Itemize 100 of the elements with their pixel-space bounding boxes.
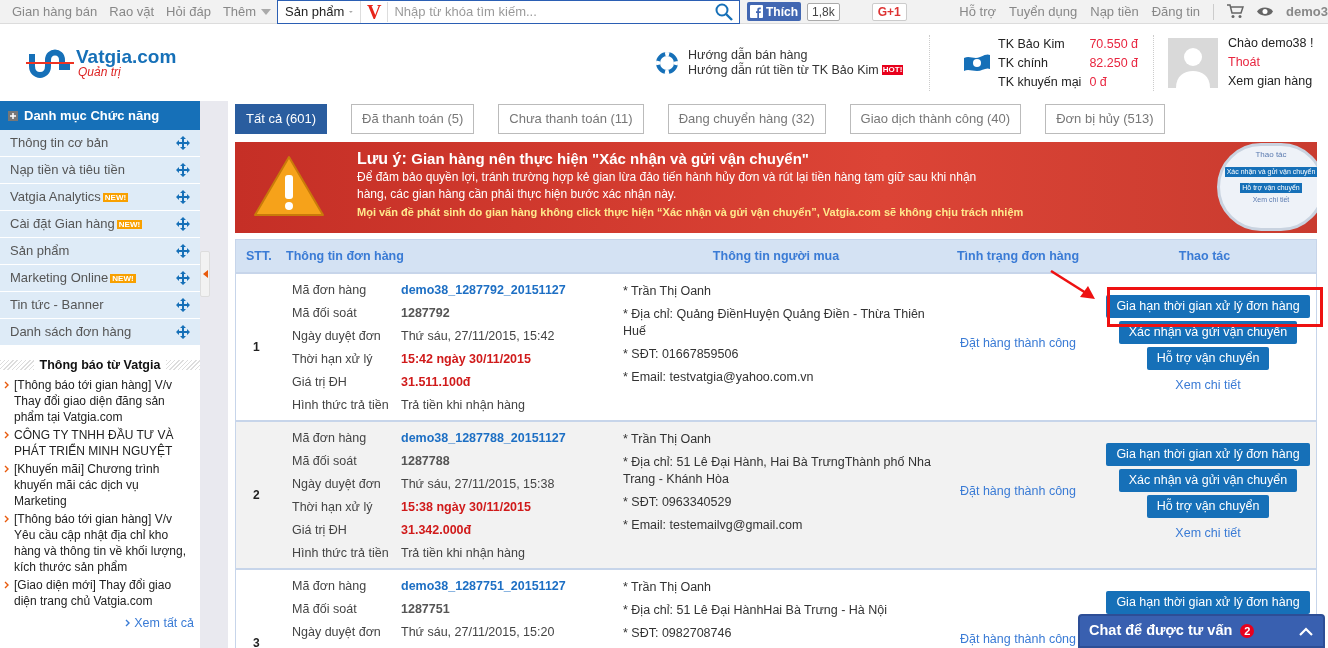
filter-tab[interactable]: Đơn bị hủy (513) (1045, 104, 1165, 134)
facebook-icon (750, 5, 763, 18)
username[interactable]: demo3 (1286, 1, 1328, 22)
top-link[interactable]: Đăng tin (1151, 1, 1201, 22)
notice-link[interactable]: [Giao diện mới] Thay đổi giao diện trang chủ Vatgia.com (14, 576, 192, 609)
column-header: Thông tin người mua (711, 247, 841, 265)
sidebar-item[interactable]: Cài đặt Gian hàng NEW! (0, 211, 200, 237)
field-value: 1287788 (401, 453, 451, 471)
row-number: 2 (252, 487, 261, 504)
chevron-icon (125, 619, 131, 628)
order-link[interactable]: demo38_1287788_20151127 (401, 429, 609, 448)
see-all-link[interactable]: Xem tất cả (134, 613, 194, 633)
caret-icon (261, 8, 272, 15)
menu-label: Nạp tiền và tiêu tiền (10, 161, 125, 180)
field-value: 1287792 (401, 305, 451, 323)
top-link[interactable]: Nạp tiền (1090, 1, 1139, 22)
nav-link[interactable]: Rao vặt (109, 1, 155, 22)
like-count: 1,8k (807, 2, 840, 21)
field-value: Thứ sáu, 27/11/2015, 15:20 (401, 624, 556, 642)
sidebar-item[interactable]: Marketing Online NEW! (0, 265, 200, 291)
column-header: Tình trạng đơn hàng (955, 247, 1081, 265)
table-row[interactable] (236, 420, 1316, 568)
notice-link[interactable]: [Thông báo tới gian hàng] V/v Yêu cầu cập nhật địa chỉ kho hàng và thông tin về khối lượng, kích thước sản phẩm (14, 510, 192, 575)
field-value: Thứ sáu, 27/11/2015, 15:42 (401, 328, 556, 346)
detail-link[interactable]: Xem chi tiết (1175, 524, 1241, 543)
filter-tab[interactable]: Đang chuyển hàng (32) (667, 104, 826, 134)
sidebar-item[interactable]: Sản phẩm (0, 238, 200, 264)
field-value: 15:38 ngày 30/11/2015 (401, 499, 532, 517)
detail-link[interactable]: Xem chi tiết (1175, 376, 1241, 395)
notice-link[interactable]: [Thông báo tới gian hàng] V/v Thay đổi giao diện đăng sản phẩm tại Vatgia.com (14, 376, 192, 425)
action-button[interactable]: Gia hạn thời gian xử lý đơn hàng (1106, 591, 1310, 614)
sidebar-item[interactable]: Tin tức - Banner (0, 292, 200, 318)
action-button[interactable]: Gia hạn thời gian xử lý đơn hàng (1106, 295, 1310, 318)
order-link[interactable]: demo38_1287792_20151127 (401, 281, 609, 300)
order-status[interactable]: Đặt hàng thành công (959, 632, 1077, 646)
order-status[interactable]: Đặt hàng thành công (959, 484, 1077, 498)
action-button[interactable]: Gia hạn thời gian xử lý đơn hàng (1106, 443, 1310, 466)
sidebar-item[interactable]: Danh sách đơn hàng (0, 319, 200, 345)
action-button[interactable]: Hỗ trợ vận chuyển (1146, 495, 1270, 518)
top-link[interactable]: Hỗ trợ (959, 1, 997, 22)
logo-subtitle: Quản trị (78, 66, 121, 78)
chevron-up-icon[interactable] (1299, 626, 1313, 636)
field-label: Mã đối soát (292, 305, 358, 323)
filter-tab[interactable]: Giao dịch thành công (40) (849, 104, 1022, 134)
guide-link[interactable]: Hướng dẫn bán hàng (688, 47, 808, 63)
guide-link[interactable]: Hướng dẫn rút tiền từ TK Bảo Kim (688, 62, 879, 78)
category-dropdown[interactable]: Sản phẩm (278, 0, 361, 23)
cart-icon[interactable] (1227, 4, 1245, 19)
eye-icon[interactable] (1257, 6, 1274, 17)
collapse-handle[interactable] (200, 251, 210, 297)
field-value: 31.511.100đ (401, 374, 472, 392)
field-label: Mã đơn hàng (292, 578, 368, 596)
google-plus-button[interactable]: G+1 (871, 2, 907, 21)
top-link[interactable]: Tuyển dụng (1009, 1, 1078, 22)
order-link[interactable]: demo38_1287751_20151127 (401, 577, 609, 596)
warning-icon (253, 155, 325, 217)
action-button[interactable]: Xác nhận và gửi vận chuyển (1118, 321, 1298, 344)
unread-count: 2 (1240, 624, 1255, 638)
buyer-info: * Email: testemailvg@gmail.com (623, 517, 804, 534)
nav-link[interactable]: Gian hàng bán (12, 1, 98, 22)
action-button[interactable]: Hỗ trợ vận chuyển (1146, 347, 1270, 370)
action-button[interactable]: Xác nhận và gửi vận chuyển (1118, 469, 1298, 492)
field-label: Hình thức trả tiền (292, 545, 390, 563)
logout-link[interactable]: Thoát (1228, 53, 1314, 72)
search-logo: V (361, 1, 389, 22)
like-button[interactable]: Thích (747, 2, 801, 21)
menu-label: Vatgia Analytics (10, 188, 101, 207)
search-icon[interactable] (715, 2, 733, 21)
notice-link[interactable]: CÔNG TY TNHH ĐẦU TƯ VÀ PHÁT TRIỂN MINH NGUYỆT (14, 426, 192, 459)
sidebar-item[interactable]: Nạp tiền và tiêu tiền (0, 157, 200, 183)
menu-label: Tin tức - Banner (10, 296, 104, 315)
account-label: TK Bảo Kim (998, 35, 1066, 53)
move-icon (176, 298, 190, 312)
logo-text: Vatgia.com (76, 47, 177, 66)
view-shop-link[interactable]: Xem gian hàng (1228, 72, 1314, 91)
notices-title: Thông báo từ Vatgia (39, 357, 161, 374)
sidebar-item[interactable]: Thông tin cơ bản (0, 130, 200, 156)
more-menu[interactable]: Thêm (222, 1, 272, 22)
account-balance: 82.250 đ (1089, 54, 1139, 72)
new-badge: NEW! (110, 273, 136, 283)
order-status[interactable]: Đặt hàng thành công (959, 336, 1077, 350)
filter-tab[interactable]: Chưa thanh toán (11) (498, 104, 644, 134)
menu-label: Marketing Online (10, 269, 109, 288)
chat-widget[interactable]: Chat để được tư vấn 2 (1078, 614, 1325, 648)
column-header: Thông tin đơn hàng (285, 247, 405, 265)
buyer-info: * SĐT: 0982708746 (623, 625, 733, 642)
filter-tab[interactable]: Đã thanh toán (5) (351, 104, 475, 134)
field-label: Ngày duyệt đơn (292, 328, 382, 346)
search-field[interactable]: Sản phẩm V Nhập từ khóa tìm kiếm... (277, 0, 740, 24)
sidebar-item[interactable]: Vatgia Analytics NEW! (0, 184, 200, 210)
notice-link[interactable]: [Khuyến mãi] Chương trình khuyến mãi các dịch vụ Marketing (14, 460, 192, 509)
move-icon (176, 136, 190, 150)
move-icon (176, 163, 190, 177)
buyer-info: * Địa chỉ: Quảng ĐiềnHuyện Quảng Điền - Thừa Thiên Huế (623, 306, 926, 340)
buyer-info: * Trần Thị Oanh (623, 283, 712, 300)
column-header: STT. (245, 247, 273, 265)
buyer-info: * Email: testvatgia@yahoo.com.vn (623, 369, 815, 386)
nav-link[interactable]: Hỏi đáp (166, 1, 211, 22)
annotation-arrow (1050, 270, 1096, 300)
filter-tab[interactable]: Tất cả (601) (235, 104, 328, 134)
